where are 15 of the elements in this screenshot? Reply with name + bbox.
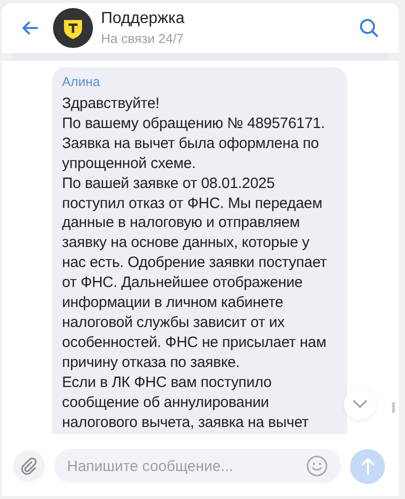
message-input-field[interactable]: Напишите сообщение... — [54, 449, 341, 483]
sender-name: Алина — [62, 73, 101, 90]
avatar-logo-icon — [53, 8, 93, 48]
attach-button[interactable] — [13, 450, 45, 482]
paperclip-icon — [20, 457, 38, 475]
chat-title: Поддержка — [101, 9, 186, 29]
send-button[interactable] — [350, 448, 385, 484]
chat-status: На связи 24/7 — [101, 30, 185, 47]
chevron-down-icon — [353, 400, 367, 408]
emoji-icon[interactable] — [306, 455, 328, 477]
message-text: Здравствуйте! По вашему обращению № 489576171. Заявка на вычет была оформлена по упрощенной схеме. По вашей заявке от 08.01.2025 поступил отказ от ФНС. Мы передаем данные в налоговую и отправляем заявку на основе данных, которые у нас есть. Одобрение заявки поступает от ФНС. Дальнейшее отображение информации в личном кабинете налоговой службы зависит от их особенностей. ФНС не присылает нам причину отказа по заявке. Если в ЛК ФНС вам поступило сообщение об аннулировании налогового вычета, заявка на вычет — [62, 94, 328, 432]
scrollbar-thumb[interactable] — [392, 402, 395, 413]
search-icon[interactable] — [359, 18, 379, 38]
up-arrow-icon — [360, 457, 374, 475]
back-arrow-icon[interactable] — [22, 21, 38, 35]
